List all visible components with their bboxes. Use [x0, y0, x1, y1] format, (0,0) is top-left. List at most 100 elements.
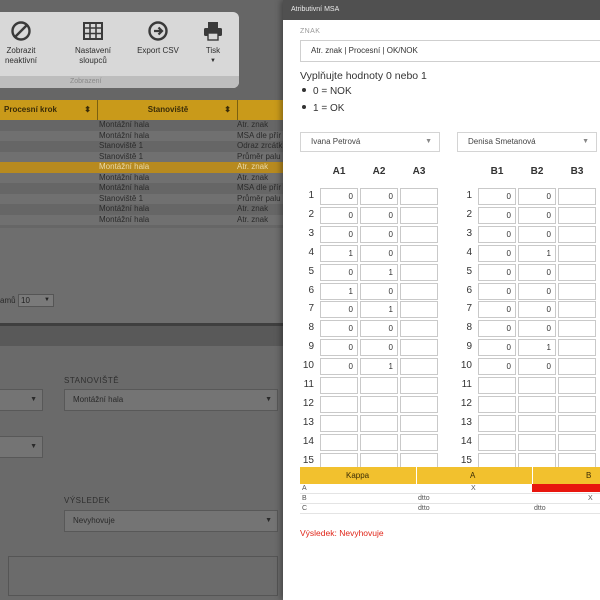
table-row[interactable]: Montážní hala Atr. znak — [0, 162, 290, 173]
operator-b-value-input[interactable]: 0 — [478, 263, 516, 281]
operator-b-value-input[interactable]: 0 — [518, 225, 556, 243]
operator-b-value-input[interactable] — [558, 282, 596, 300]
operator-b-value-input[interactable]: 0 — [478, 244, 516, 262]
operator-a-value-input[interactable]: 0 — [320, 320, 358, 338]
table-row[interactable]: Montážní hala Atr. znak — [0, 214, 290, 225]
operator-b-value-input[interactable] — [558, 188, 596, 205]
operator-a-value-input[interactable] — [400, 244, 438, 262]
stanoviste-select[interactable]: Montážní hala ▼ — [64, 389, 278, 411]
operator-a-value-input[interactable] — [400, 282, 438, 300]
operator-a-value-input[interactable] — [360, 414, 398, 432]
vysledek-select[interactable]: Nevyhovuje ▼ — [64, 510, 278, 532]
operator-b-value-input[interactable]: 0 — [478, 225, 516, 243]
table-row[interactable]: Stanoviště 1 Průměr palu — [0, 151, 290, 162]
operator-b-value-input[interactable]: 0 — [478, 301, 516, 319]
show-inactive-button[interactable]: Zobrazit neaktivní — [2, 20, 40, 66]
operator-a-value-input[interactable] — [400, 301, 438, 319]
operator-a-value-input[interactable]: 1 — [360, 263, 398, 281]
operator-b-value-input[interactable]: 1 — [518, 244, 556, 262]
operator-a-value-input[interactable]: 0 — [360, 320, 398, 338]
table-row[interactable]: Montážní hala Atr. znak — [0, 172, 290, 183]
column-header-stanoviste[interactable]: Stanoviště ⬍ — [99, 100, 238, 120]
operator-b-value-input[interactable] — [518, 377, 556, 394]
operator-a-value-input[interactable]: 1 — [320, 282, 358, 300]
operator-b-value-input[interactable] — [558, 358, 596, 376]
operator-b-value-input[interactable]: 0 — [478, 320, 516, 338]
operator-b-value-input[interactable] — [558, 339, 596, 357]
operator-b-value-input[interactable] — [558, 263, 596, 281]
operator-b-value-input[interactable] — [558, 244, 596, 262]
operator-a-value-input[interactable] — [400, 263, 438, 281]
operator-a-value-input[interactable]: 0 — [320, 188, 358, 205]
print-button[interactable]: Tisk ▼ — [196, 20, 230, 66]
page-size-select[interactable]: 10 ▼ — [18, 294, 54, 307]
operator-b-value-input[interactable]: 0 — [518, 320, 556, 338]
operator-b-value-input[interactable]: 0 — [478, 188, 516, 205]
operator-a-value-input[interactable]: 0 — [320, 358, 358, 376]
operator-b-select[interactable]: Denisa Smetanová ▼ — [457, 132, 597, 152]
operator-b-value-input[interactable]: 0 — [518, 358, 556, 376]
operator-a-value-input[interactable] — [400, 358, 438, 376]
operator-a-value-input[interactable] — [360, 433, 398, 451]
operator-a-value-input[interactable] — [320, 377, 358, 394]
left-select-2[interactable]: ▼ — [0, 436, 43, 458]
operator-b-value-input[interactable] — [558, 377, 596, 394]
operator-b-value-input[interactable] — [558, 395, 596, 413]
operator-a-value-input[interactable]: 1 — [360, 301, 398, 319]
operator-a-value-input[interactable] — [400, 339, 438, 357]
operator-a-value-input[interactable]: 0 — [320, 206, 358, 224]
operator-a-value-input[interactable] — [400, 188, 438, 205]
operator-b-value-input[interactable]: 0 — [518, 301, 556, 319]
operator-a-value-input[interactable]: 0 — [360, 188, 398, 205]
table-row[interactable]: Montážní hala MSA dle přír — [0, 183, 290, 194]
table-row[interactable]: Montážní hala Atr. znak — [0, 120, 290, 131]
operator-a-value-input[interactable]: 0 — [320, 225, 358, 243]
operator-b-value-input[interactable]: 0 — [518, 188, 556, 205]
operator-a-value-input[interactable] — [320, 433, 358, 451]
table-row[interactable]: Montážní hala MSA dle přír — [0, 130, 290, 141]
operator-a-value-input[interactable] — [400, 206, 438, 224]
operator-b-value-input[interactable] — [558, 414, 596, 432]
operator-b-value-input[interactable]: 0 — [518, 263, 556, 281]
operator-b-value-input[interactable] — [478, 395, 516, 413]
table-row[interactable]: Stanoviště 1 Odraz zrcátk — [0, 141, 290, 152]
znak-select[interactable]: Atr. znak | Procesní | OK/NOK — [300, 40, 600, 62]
operator-b-value-input[interactable] — [558, 225, 596, 243]
operator-a-value-input[interactable]: 0 — [360, 244, 398, 262]
operator-b-value-input[interactable]: 0 — [478, 206, 516, 224]
operator-a-value-input[interactable] — [400, 395, 438, 413]
table-row[interactable]: Montážní hala Atr. znak — [0, 204, 290, 215]
operator-a-value-input[interactable]: 0 — [320, 339, 358, 357]
operator-b-value-input[interactable] — [478, 414, 516, 432]
operator-b-value-input[interactable] — [518, 395, 556, 413]
operator-a-value-input[interactable] — [400, 225, 438, 243]
operator-b-value-input[interactable] — [478, 433, 516, 451]
operator-b-value-input[interactable] — [558, 433, 596, 451]
operator-b-value-input[interactable]: 0 — [478, 358, 516, 376]
operator-a-value-input[interactable] — [400, 320, 438, 338]
operator-a-value-input[interactable]: 0 — [360, 282, 398, 300]
column-header-procesni-krok[interactable]: Procesní krok ⬍ — [0, 100, 98, 120]
operator-a-value-input[interactable] — [400, 414, 438, 432]
operator-b-value-input[interactable]: 0 — [518, 206, 556, 224]
table-row[interactable]: Stanoviště 1 Průměr palu — [0, 193, 290, 204]
notes-box[interactable] — [8, 556, 278, 596]
operator-a-value-input[interactable]: 0 — [320, 301, 358, 319]
operator-a-value-input[interactable]: 0 — [360, 206, 398, 224]
operator-b-value-input[interactable] — [518, 414, 556, 432]
operator-a-value-input[interactable]: 0 — [320, 263, 358, 281]
operator-b-value-input[interactable]: 0 — [478, 282, 516, 300]
operator-b-value-input[interactable]: 1 — [518, 339, 556, 357]
operator-b-value-input[interactable] — [518, 433, 556, 451]
operator-a-value-input[interactable] — [400, 433, 438, 451]
operator-a-value-input[interactable] — [320, 414, 358, 432]
operator-b-value-input[interactable] — [558, 320, 596, 338]
operator-b-value-input[interactable] — [558, 206, 596, 224]
operator-a-value-input[interactable]: 0 — [360, 225, 398, 243]
operator-a-value-input[interactable] — [360, 395, 398, 413]
operator-a-value-input[interactable]: 0 — [360, 339, 398, 357]
operator-a-value-input[interactable]: 1 — [360, 358, 398, 376]
operator-a-value-input[interactable]: 1 — [320, 244, 358, 262]
operator-a-select[interactable]: Ivana Petrová ▼ — [300, 132, 440, 152]
operator-b-value-input[interactable]: 0 — [478, 339, 516, 357]
